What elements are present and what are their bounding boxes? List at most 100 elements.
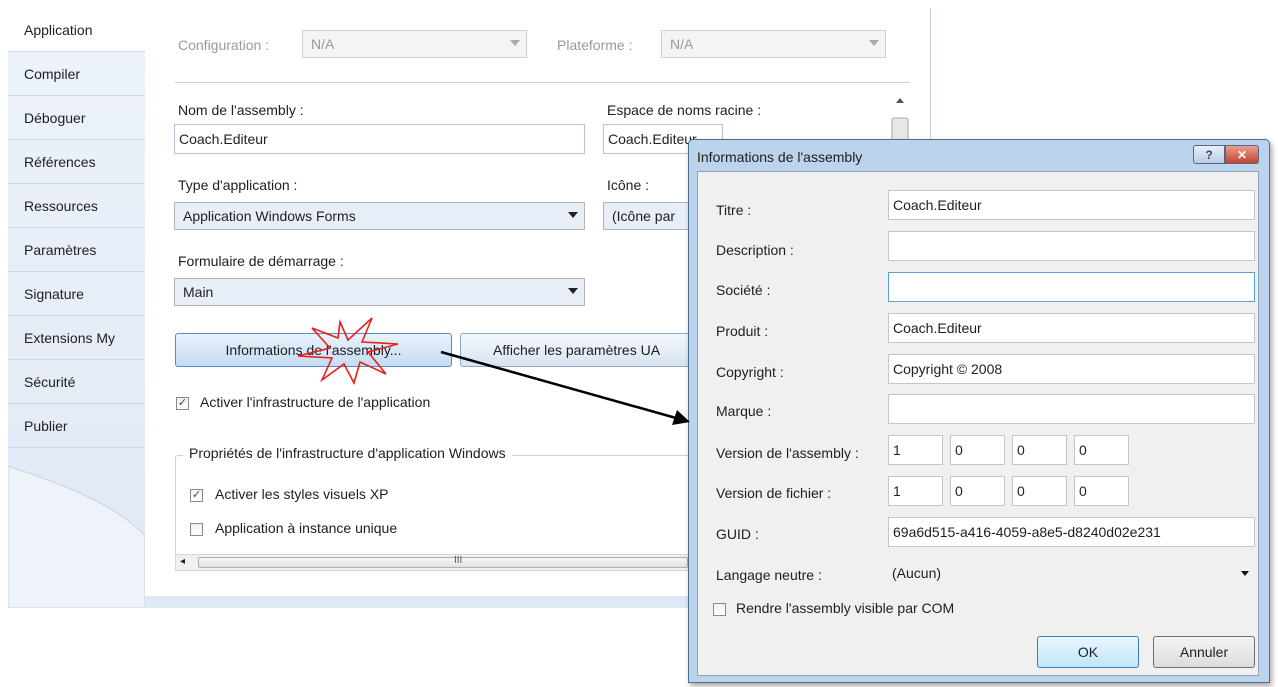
assembly-info-button[interactable]: Informations de l'assembly... [175,333,452,367]
tab-label: Sécurité [24,373,76,390]
title-bar-buttons: ? ✕ [1193,145,1259,164]
tab-label: Application [24,21,93,38]
assembly-version-label: Version de l'assembly : [716,445,859,461]
tab-ressources[interactable]: Ressources [8,184,144,228]
horizontal-scrollbar[interactable]: ◂ III [175,554,690,571]
neutral-language-select[interactable]: (Aucun) [888,558,1259,588]
startup-form-select[interactable]: Main [174,278,585,306]
version-part: 1 [893,483,901,499]
neutral-language-value: (Aucun) [892,565,942,581]
cancel-button-label: Annuler [1179,644,1229,660]
chevron-down-icon [568,288,578,294]
framework-properties-group [175,455,697,556]
scroll-left-icon[interactable]: ◂ [180,556,185,567]
scroll-thumb[interactable]: III [198,555,688,568]
title-value: Coach.Editeur [893,197,982,213]
description-label: Description : [716,242,794,258]
tab-references[interactable]: Références [8,140,144,184]
file-version-build[interactable]: 0 [1012,476,1067,506]
assembly-version-build[interactable]: 0 [1012,435,1067,465]
guid-value: 69a6d515-a416-4059-a8e5-d8240d02e231 [893,524,1161,540]
title-input[interactable]: Coach.Editeur [888,190,1255,220]
chevron-down-icon [869,40,879,46]
product-input[interactable]: Coach.Editeur [888,313,1255,343]
configuration-select[interactable]: N/A [302,30,527,58]
neutral-language-label: Langage neutre : [716,567,822,583]
tab-publier[interactable]: Publier [8,404,144,448]
version-part: 0 [1017,483,1025,499]
help-icon: ? [1205,147,1213,162]
ok-button-label: OK [1077,644,1099,660]
icon-value: (Icône par [612,208,676,224]
tab-compiler[interactable]: Compiler [8,52,144,96]
close-icon: ✕ [1236,147,1248,162]
assembly-name-value: Coach.Editeur [179,131,268,147]
copyright-input[interactable]: Copyright © 2008 [888,354,1255,384]
dialog-title: Informations de l'assembly [697,149,863,165]
tab-extensions-my[interactable]: Extensions My [8,316,144,360]
assembly-info-button-label: Informations de l'assembly... [225,342,402,358]
root-namespace-label: Espace de noms racine : [607,102,762,118]
version-part: 0 [1017,442,1025,458]
cancel-button[interactable]: Annuler [1153,636,1255,668]
com-visible-checkbox[interactable] [713,603,726,616]
startup-form-label: Formulaire de démarrage : [178,253,344,269]
assembly-name-input[interactable]: Coach.Editeur [174,124,585,154]
group-title: Propriétés de l'infrastructure d'applica… [183,445,512,461]
dialog-body: Titre : Coach.Editeur Description : Soci… [697,171,1259,676]
help-button[interactable]: ? [1193,145,1225,164]
trademark-label: Marque : [716,403,772,419]
close-button[interactable]: ✕ [1225,145,1259,164]
platform-label: Plateforme : [557,37,633,53]
assembly-version-major[interactable]: 1 [888,435,943,465]
tab-strip-curve [8,466,145,608]
scroll-grip: III [454,555,463,566]
version-part: 0 [955,483,963,499]
tab-label: Publier [24,417,68,434]
chevron-down-icon [510,40,520,46]
platform-select[interactable]: N/A [661,30,886,58]
chevron-down-icon [1241,571,1249,576]
tab-label: Extensions My [24,329,116,346]
trademark-input[interactable] [888,394,1255,424]
app-type-select[interactable]: Application Windows Forms [174,202,585,230]
title-label: Titre : [716,202,752,218]
description-input[interactable] [888,231,1255,261]
ok-button[interactable]: OK [1037,636,1139,668]
configuration-value: N/A [311,36,335,52]
divider [175,82,910,83]
version-part: 0 [1079,483,1087,499]
tab-label: Déboguer [24,109,86,126]
xp-styles-label: Activer les styles visuels XP [215,486,389,502]
tab-label: Compiler [24,65,81,82]
tab-label: Ressources [24,197,98,214]
product-value: Coach.Editeur [893,320,982,336]
assembly-version-minor[interactable]: 0 [950,435,1005,465]
version-part: 0 [955,442,963,458]
tab-deboguer[interactable]: Déboguer [8,96,144,140]
uac-settings-button[interactable]: Afficher les paramètres UA [460,333,720,367]
assembly-version-revision[interactable]: 0 [1074,435,1129,465]
company-input[interactable] [888,272,1255,302]
app-type-label: Type d'application : [178,177,298,193]
root-namespace-value: Coach.Editeur [608,131,697,147]
tab-application[interactable]: Application [8,8,148,52]
tab-securite[interactable]: Sécurité [8,360,144,404]
tab-signature[interactable]: Signature [8,272,144,316]
tab-parametres[interactable]: Paramètres [8,228,144,272]
xp-styles-checkbox[interactable]: ✓ [190,489,203,502]
single-instance-checkbox[interactable] [190,523,203,536]
platform-value: N/A [670,36,694,52]
com-visible-label: Rendre l'assembly visible par COM [736,600,955,616]
file-version-label: Version de fichier : [716,485,832,501]
project-tabs: Application Compiler Déboguer Références… [8,8,148,608]
configuration-label: Configuration : [178,37,270,53]
file-version-minor[interactable]: 0 [950,476,1005,506]
file-version-major[interactable]: 1 [888,476,943,506]
tab-label: Signature [24,285,84,302]
enable-framework-checkbox[interactable]: ✓ [176,397,189,410]
icon-label: Icône : [607,177,650,193]
file-version-revision[interactable]: 0 [1074,476,1129,506]
guid-input[interactable]: 69a6d515-a416-4059-a8e5-d8240d02e231 [888,517,1255,547]
enable-framework-label: Activer l'infrastructure de l'applicatio… [200,394,431,410]
